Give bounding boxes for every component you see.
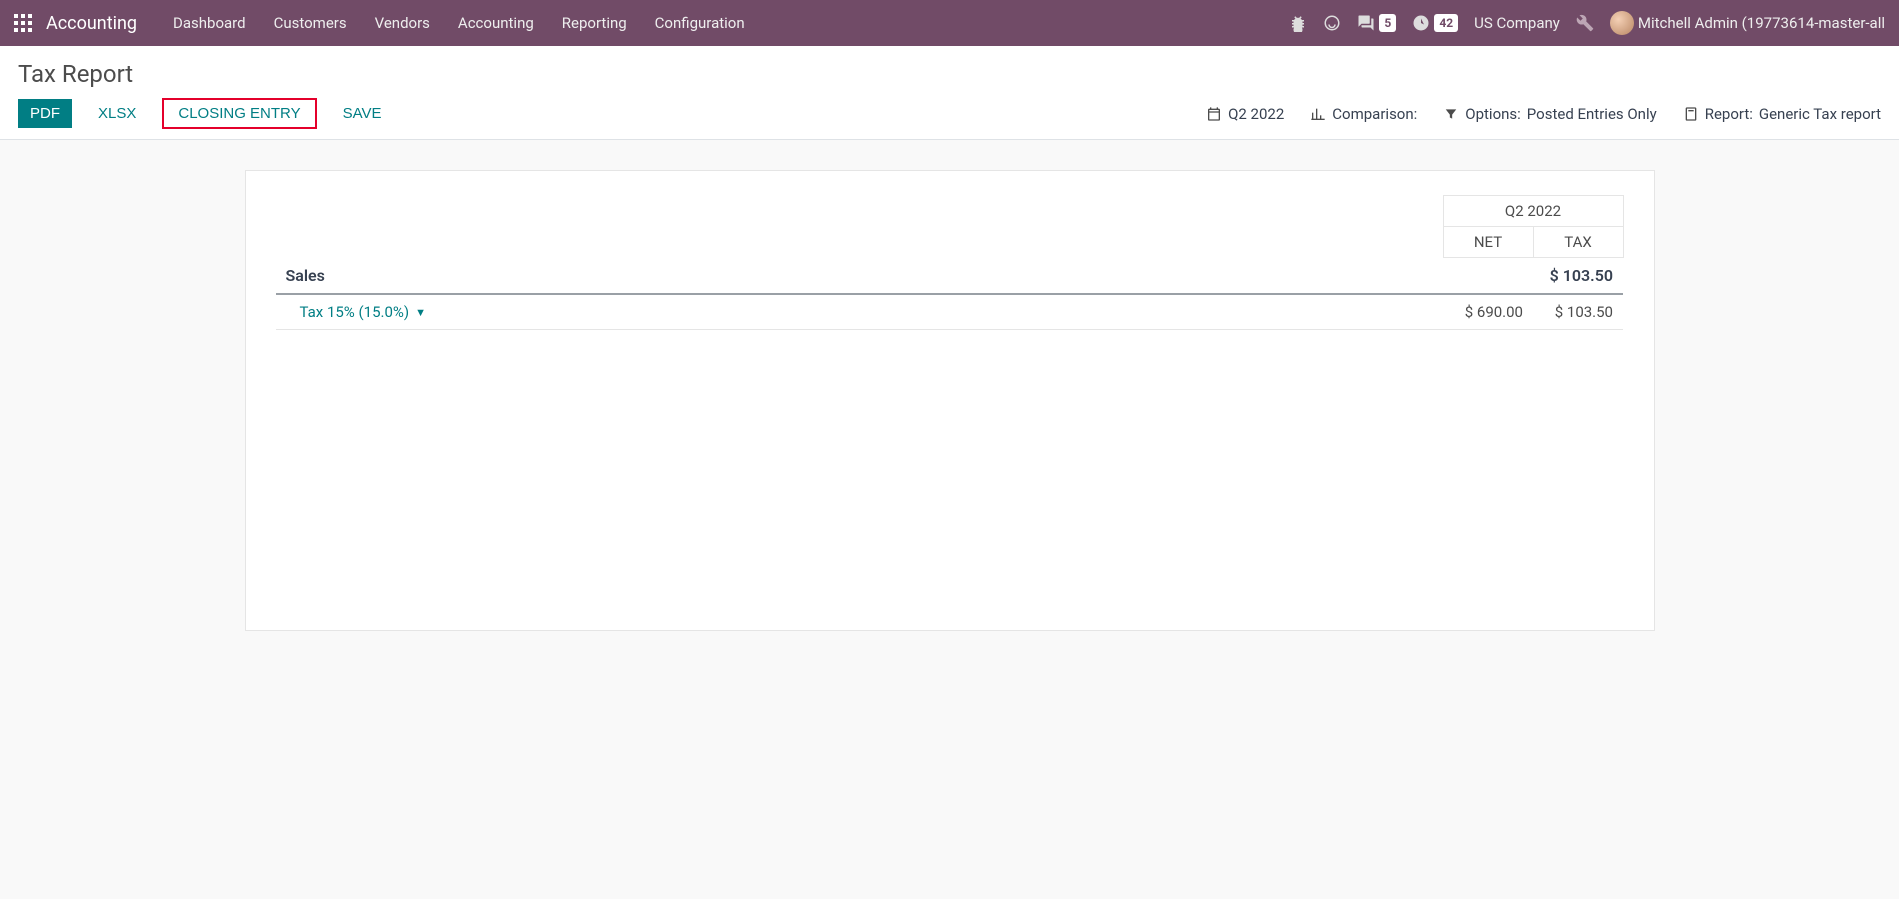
column-header-tax: TAX <box>1533 227 1623 258</box>
group-name: Sales <box>276 258 1444 295</box>
bug-icon[interactable] <box>1289 14 1307 32</box>
tax-report-table: Q2 2022 NET TAX Sales $ 103.50 Tax 15% (… <box>276 195 1624 330</box>
options-value: Posted Entries Only <box>1527 105 1657 123</box>
company-switcher[interactable]: US Company <box>1474 14 1560 32</box>
app-brand[interactable]: Accounting <box>46 13 137 34</box>
nav-item-reporting[interactable]: Reporting <box>548 0 641 46</box>
report-label: Report: <box>1705 105 1753 123</box>
support-icon[interactable] <box>1323 14 1341 32</box>
comparison-picker[interactable]: Comparison: <box>1310 105 1417 123</box>
activities-icon[interactable]: 42 <box>1412 14 1458 32</box>
report-value: Generic Tax report <box>1759 105 1881 123</box>
report-picker[interactable]: Report: Generic Tax report <box>1683 105 1881 123</box>
caret-down-icon: ▼ <box>415 306 426 319</box>
save-button[interactable]: SAVE <box>331 99 394 128</box>
closing-entry-button[interactable]: CLOSING ENTRY <box>162 98 316 129</box>
xlsx-button[interactable]: XLSX <box>86 99 148 128</box>
tools-icon[interactable] <box>1576 14 1594 32</box>
book-icon <box>1683 106 1699 122</box>
period-picker[interactable]: Q2 2022 <box>1206 105 1284 123</box>
main-navbar: Accounting Dashboard Customers Vendors A… <box>0 0 1899 46</box>
systray: 5 42 US Company Mitchell Admin (19773614… <box>1289 11 1891 35</box>
apps-icon[interactable] <box>14 14 32 32</box>
report-options: Q2 2022 Comparison: Options: Posted Entri… <box>1206 105 1881 123</box>
messages-icon[interactable]: 5 <box>1357 14 1396 32</box>
messages-badge: 5 <box>1379 14 1396 32</box>
nav-item-customers[interactable]: Customers <box>260 0 361 46</box>
tax-line-label: Tax 15% (15.0%) <box>300 303 410 321</box>
options-label: Options: <box>1465 105 1521 123</box>
nav-item-vendors[interactable]: Vendors <box>361 0 444 46</box>
action-buttons: PDF XLSX CLOSING ENTRY SAVE <box>18 98 394 129</box>
tax-line-net: $ 690.00 <box>1443 294 1533 330</box>
group-row-sales[interactable]: Sales $ 103.50 <box>276 258 1624 295</box>
user-menu[interactable]: Mitchell Admin (19773614-master-all <box>1610 11 1885 35</box>
options-picker[interactable]: Options: Posted Entries Only <box>1443 105 1656 123</box>
nav-item-accounting[interactable]: Accounting <box>444 0 548 46</box>
activities-badge: 42 <box>1434 14 1458 32</box>
nav-menu: Dashboard Customers Vendors Accounting R… <box>159 0 759 46</box>
tax-line-tax: $ 103.50 <box>1533 294 1623 330</box>
period-value: Q2 2022 <box>1228 105 1284 123</box>
report-body: Q2 2022 NET TAX Sales $ 103.50 Tax 15% (… <box>245 170 1655 631</box>
control-panel: Tax Report PDF XLSX CLOSING ENTRY SAVE Q… <box>0 46 1899 140</box>
table-row: Tax 15% (15.0%) ▼ $ 690.00 $ 103.50 <box>276 294 1624 330</box>
column-header-net: NET <box>1443 227 1533 258</box>
filter-icon <box>1443 106 1459 122</box>
user-name: Mitchell Admin (19773614-master-all <box>1638 14 1885 32</box>
comparison-label: Comparison: <box>1332 105 1417 123</box>
column-header-period: Q2 2022 <box>1443 196 1623 227</box>
group-tax-total: $ 103.50 <box>1533 258 1623 295</box>
tax-line-name[interactable]: Tax 15% (15.0%) ▼ <box>286 303 427 321</box>
avatar <box>1610 11 1634 35</box>
page-title: Tax Report <box>18 60 1881 88</box>
bar-chart-icon <box>1310 106 1326 122</box>
nav-item-dashboard[interactable]: Dashboard <box>159 0 260 46</box>
pdf-button[interactable]: PDF <box>18 99 72 128</box>
nav-item-configuration[interactable]: Configuration <box>641 0 759 46</box>
calendar-icon <box>1206 106 1222 122</box>
